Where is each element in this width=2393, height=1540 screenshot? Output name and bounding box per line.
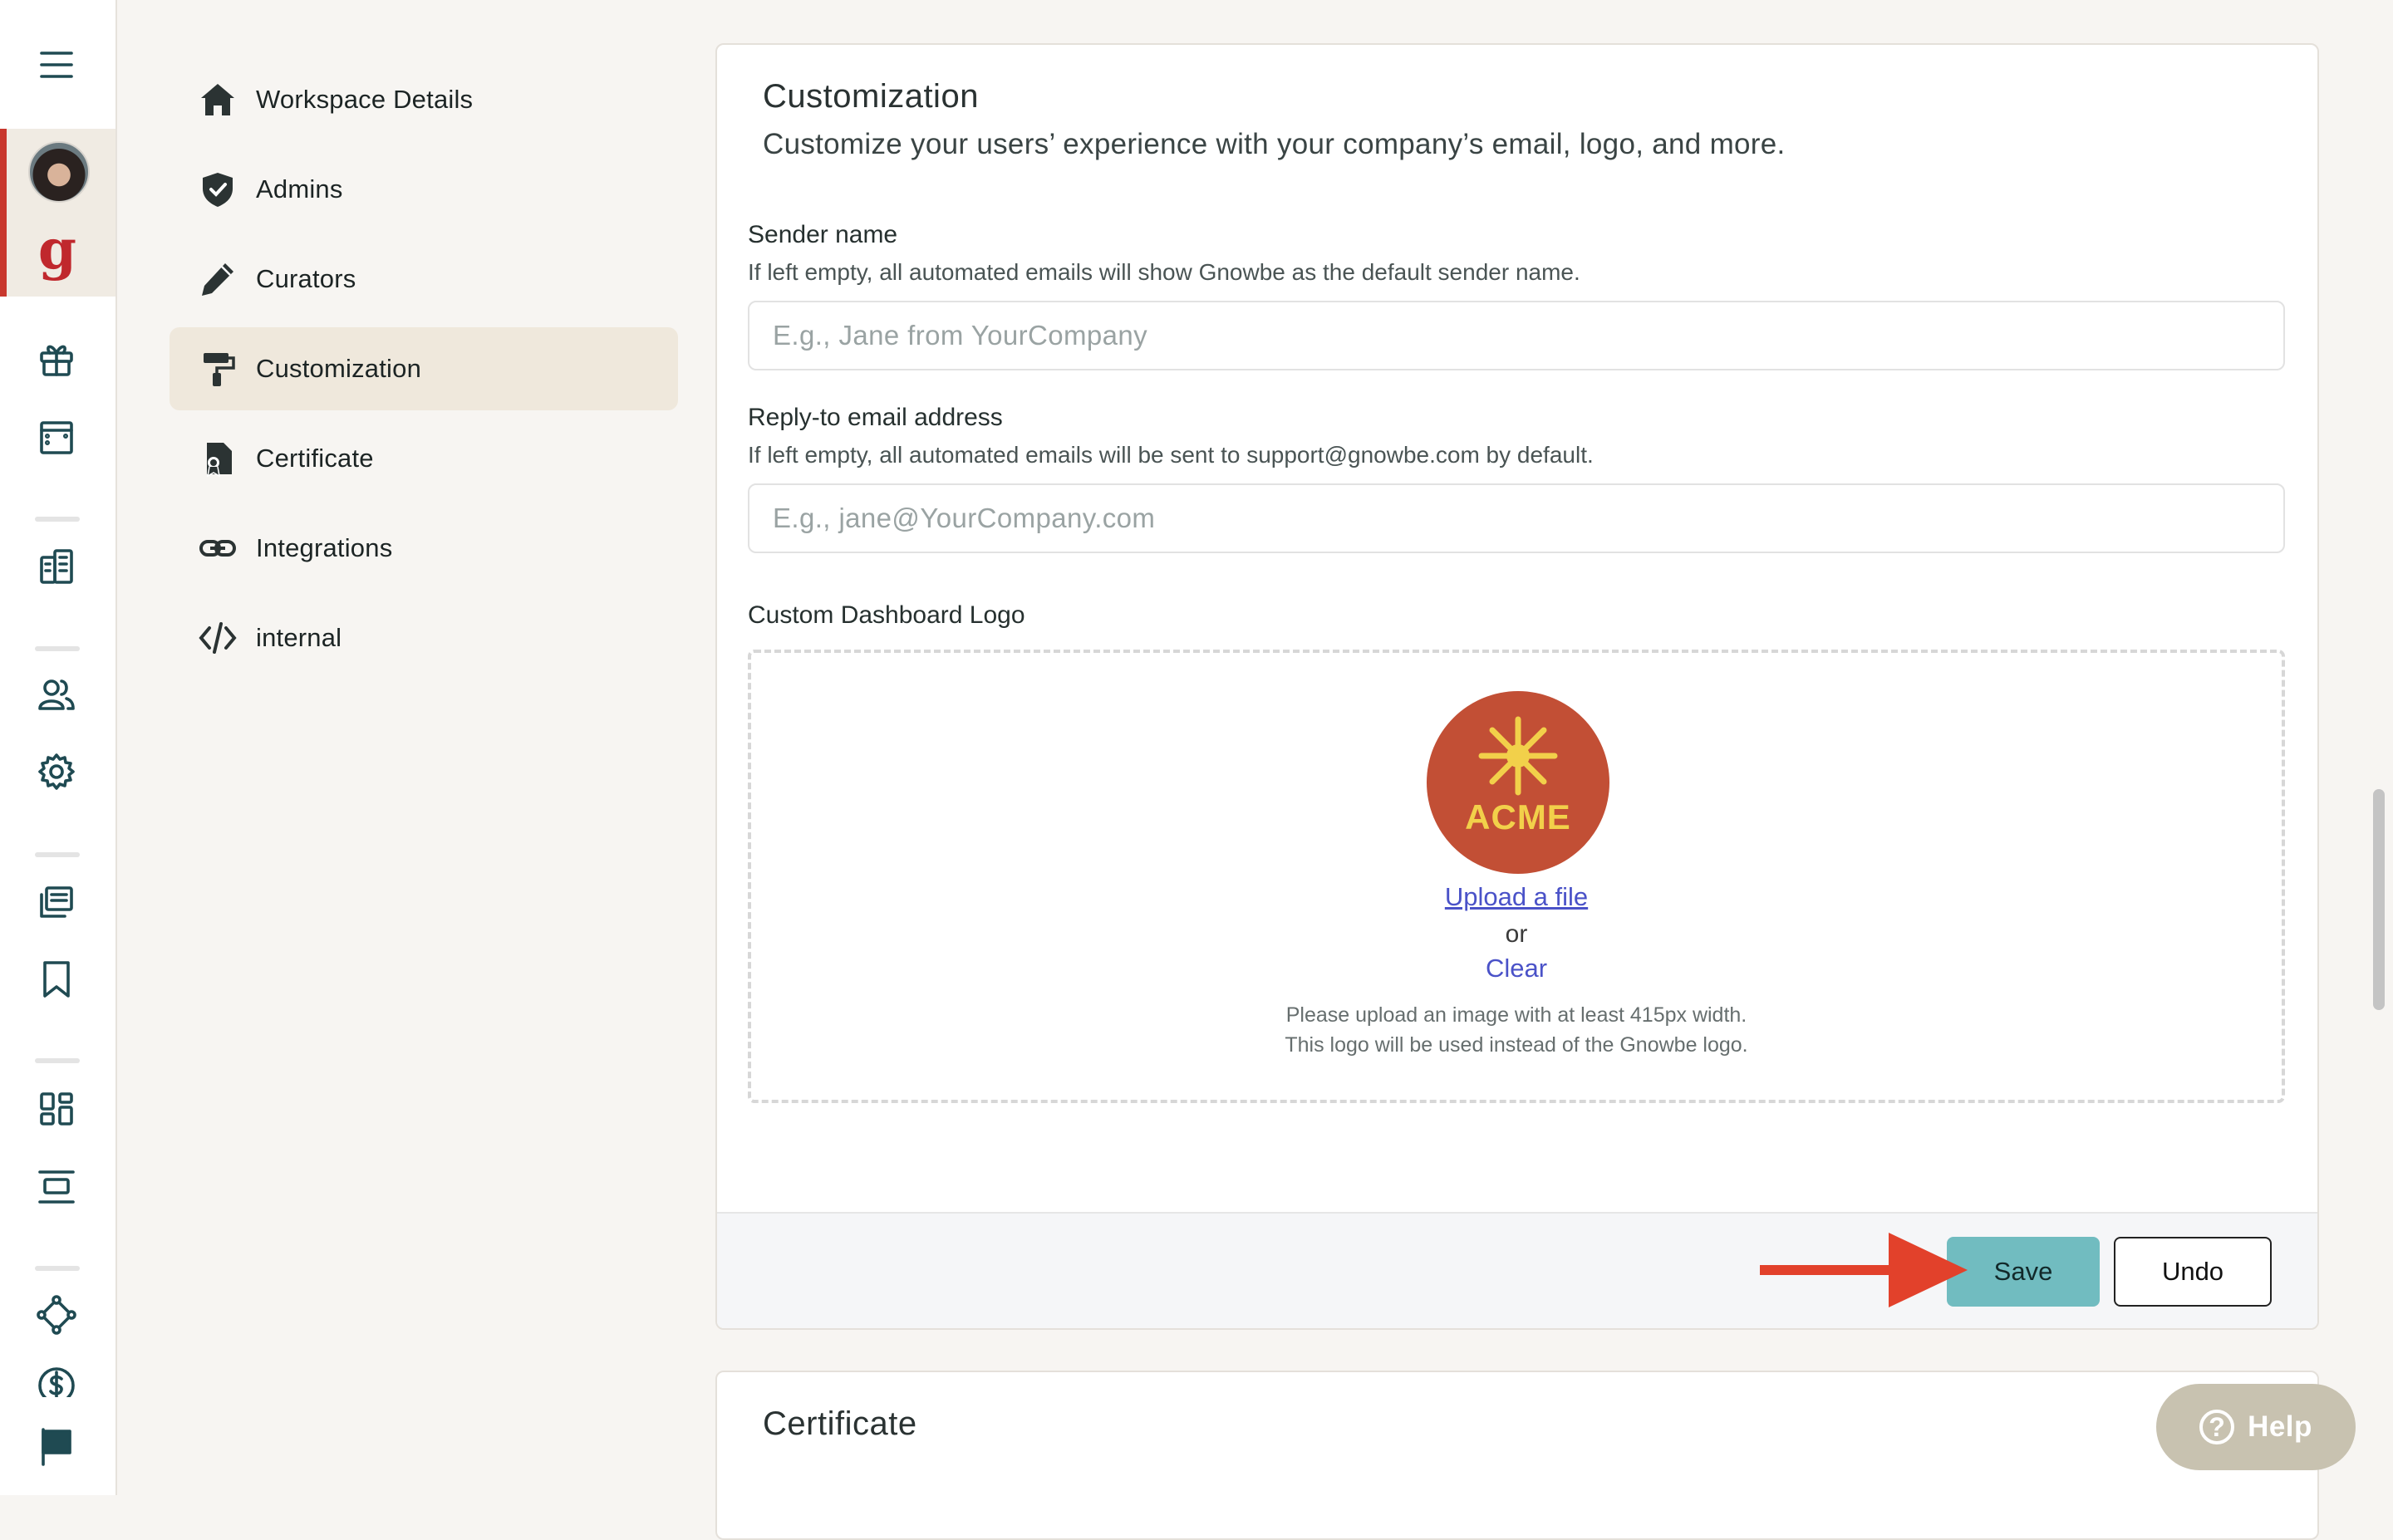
upload-file-link-text[interactable]: Upload a file (1445, 882, 1588, 911)
section-subtitle: Customize your users’ experience with yo… (763, 128, 1786, 160)
clear-link-text[interactable]: Clear (1486, 954, 1547, 983)
logo-dropzone[interactable]: ACME Upload a file or Clear Please uploa… (748, 650, 2285, 1103)
star-burst-icon (1478, 716, 1558, 796)
reply-to-label: Reply-to email address (748, 404, 1003, 431)
reply-to-help: If left empty, all automated emails will… (748, 442, 1594, 468)
shield-check-icon (198, 169, 238, 209)
question-circle-icon: ? (2199, 1410, 2235, 1444)
card-footer: Save Undo (717, 1212, 2317, 1328)
sender-name-label: Sender name (748, 221, 898, 248)
dashboard-icon[interactable] (29, 1081, 84, 1136)
dollar-icon[interactable] (29, 1364, 84, 1397)
upload-note-line1: Please upload an image with at least 415… (1285, 1003, 1747, 1027)
paint-roller-icon (198, 349, 238, 389)
code-icon (198, 618, 238, 658)
nav-item-label: Integrations (256, 533, 393, 562)
or-text: or (1505, 920, 1528, 948)
home-icon (198, 80, 238, 120)
nav-item-certificate[interactable]: Certificate (170, 417, 678, 500)
nav-item-curators[interactable]: Curators (170, 238, 678, 321)
gift-icon[interactable] (29, 331, 84, 385)
logo-label: Custom Dashboard Logo (748, 601, 1025, 629)
nav-item-label: Admins (256, 174, 343, 204)
help-button[interactable]: ? Help (2156, 1384, 2356, 1470)
active-indicator (0, 129, 7, 297)
help-label: Help (2248, 1410, 2312, 1443)
gnowbe-logo-icon[interactable]: g (37, 222, 78, 282)
sender-name-input[interactable] (748, 301, 2285, 370)
logo-text: ACME (1465, 797, 1571, 836)
nav-item-label: Certificate (256, 444, 374, 473)
rail-divider (35, 1058, 80, 1063)
rail-divider (35, 646, 80, 651)
nav-item-label: Customization (256, 354, 422, 383)
gear-icon[interactable] (29, 744, 84, 799)
flag-icon[interactable] (29, 1419, 84, 1474)
reply-to-email-input[interactable] (748, 483, 2285, 553)
nav-item-label: Curators (256, 264, 356, 293)
layout-icon[interactable] (29, 410, 84, 465)
nav-item-label: internal (256, 623, 342, 652)
link-icon (198, 528, 238, 568)
nav-item-label: Workspace Details (256, 85, 474, 114)
certificate-icon (198, 439, 238, 478)
sender-name-help: If left empty, all automated emails will… (748, 259, 1580, 285)
settings-nav: Workspace Details Admins Curators Custom… (170, 58, 678, 686)
certificate-card: Certificate (715, 1371, 2319, 1540)
nav-item-integrations[interactable]: Integrations (170, 507, 678, 590)
library-icon[interactable] (29, 875, 84, 930)
annotation-arrow-icon (1760, 1233, 1968, 1307)
nav-item-admins[interactable]: Admins (170, 148, 678, 231)
nav-item-internal[interactable]: internal (170, 596, 678, 679)
section-title: Certificate (763, 1405, 917, 1442)
customization-card: Customization Customize your users’ expe… (715, 43, 2319, 1330)
undo-button[interactable]: Undo (2114, 1237, 2272, 1307)
rail-divider (35, 517, 80, 522)
clear-link: Clear (751, 954, 2282, 983)
network-icon[interactable] (29, 1287, 84, 1342)
upload-note-line2: This logo will be used instead of the Gn… (1285, 1033, 1748, 1057)
acme-logo-preview: ACME (1427, 691, 1609, 874)
save-button[interactable]: Save (1947, 1237, 2100, 1307)
upload-file-link: Upload a file (751, 882, 2282, 912)
buildings-icon[interactable] (29, 540, 84, 595)
icon-rail: g (0, 0, 117, 1495)
bookmark-icon[interactable] (29, 952, 84, 1007)
rail-divider (35, 852, 80, 857)
nav-item-customization[interactable]: Customization (170, 327, 678, 410)
align-center-icon[interactable] (29, 1160, 84, 1214)
nav-item-workspace-details[interactable]: Workspace Details (170, 58, 678, 141)
avatar[interactable] (28, 141, 90, 203)
vertical-scrollbar[interactable] (2373, 789, 2385, 1010)
hamburger-menu-icon[interactable] (29, 37, 84, 92)
rail-divider (35, 1266, 80, 1271)
users-icon[interactable] (29, 668, 84, 723)
pencil-icon (198, 259, 238, 299)
section-title: Customization (763, 78, 979, 115)
